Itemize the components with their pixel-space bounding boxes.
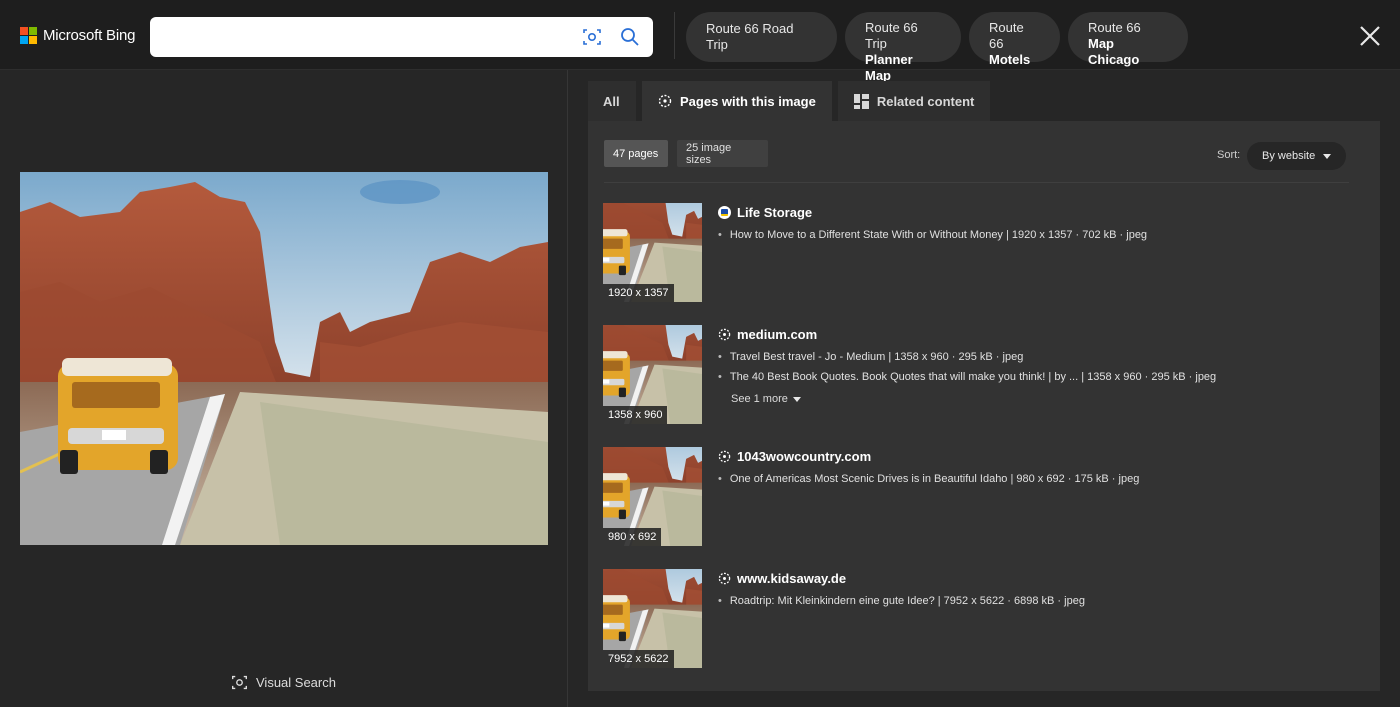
sort-value: By website: [1262, 150, 1316, 162]
microsoft-logo-icon: [20, 27, 37, 44]
result-link[interactable]: The 40 Best Book Quotes. Book Quotes tha…: [718, 371, 1216, 383]
tab-all-label: All: [603, 93, 620, 109]
chip-1-line1: Route 66 Road Trip: [706, 21, 794, 52]
visual-search-button[interactable]: Visual Search: [231, 674, 336, 691]
result-link[interactable]: Roadtrip: Mit Kleinkindern eine gute Ide…: [718, 595, 1085, 607]
results-panel: 47 pages 25 image sizes Sort: By website…: [588, 121, 1380, 691]
result-site[interactable]: 1043wowcountry.com: [718, 449, 871, 464]
see-more-button[interactable]: See 1 more: [731, 393, 801, 405]
sort-label: Sort:: [1217, 149, 1241, 161]
result-thumbnail[interactable]: 1358 x 960: [603, 325, 702, 424]
visual-search-camera-icon[interactable]: [582, 27, 602, 47]
pages-count-label: 47 pages: [613, 147, 659, 160]
chip-3-line1: Route 66: [989, 20, 1024, 51]
chip-2-line1: Route 66 Trip: [865, 20, 918, 51]
result-link[interactable]: How to Move to a Different State With or…: [718, 229, 1147, 241]
visual-search-icon: [232, 675, 247, 690]
dotted-globe-icon: [718, 572, 731, 585]
thumbnail-size-label: 980 x 692: [603, 528, 662, 546]
result-thumbnail[interactable]: 980 x 692: [603, 447, 702, 546]
related-search-chip-1[interactable]: Route 66 Road Trip: [686, 12, 837, 62]
related-search-chip-4[interactable]: Route 66 Map Chicago: [1068, 12, 1188, 67]
result-site-name: medium.com: [737, 327, 818, 342]
image-sizes-pill[interactable]: 25 image sizes: [677, 140, 768, 167]
header-divider: [674, 12, 675, 59]
pages-count-pill[interactable]: 47 pages: [604, 140, 668, 167]
tab-pages-label: Pages with this image: [680, 93, 816, 109]
panel-divider: [567, 70, 568, 707]
see-more-label: See 1 more: [731, 393, 788, 405]
logo-text: Microsoft Bing: [43, 27, 136, 44]
thumbnail-size-label: 7952 x 5622: [603, 650, 674, 668]
result-site[interactable]: Life Storage: [718, 205, 812, 220]
dotted-globe-icon: [718, 328, 731, 341]
main-image[interactable]: [20, 172, 548, 545]
sort-dropdown[interactable]: By website: [1247, 142, 1346, 170]
life-storage-favicon-icon: [718, 206, 731, 219]
tab-related-content[interactable]: Related content: [837, 81, 991, 121]
search-icon[interactable]: [620, 27, 640, 47]
result-link[interactable]: One of Americas Most Scenic Drives is in…: [718, 473, 1139, 485]
dotted-globe-icon: [718, 450, 731, 463]
thumbnail-size-label: 1920 x 1357: [603, 284, 674, 302]
result-site-name: 1043wowcountry.com: [737, 449, 872, 464]
dotted-globe-icon: [658, 94, 672, 108]
result-site-name: www.kidsaway.de: [737, 571, 847, 586]
search-input[interactable]: [162, 25, 572, 49]
chip-4-line2: Map Chicago: [1088, 36, 1140, 67]
tab-pages-with-this-image[interactable]: Pages with this image: [642, 81, 832, 121]
visual-search-label: Visual Search: [256, 675, 336, 690]
grid-icon: [853, 93, 869, 109]
chip-2-line2: Planner Map: [865, 52, 913, 83]
tab-related-label: Related content: [876, 93, 975, 109]
header-bar: Microsoft Bing Route 66 Road Trip Route …: [0, 0, 1400, 83]
result-tabs: All Pages with this image Related conten…: [588, 81, 991, 121]
result-site[interactable]: www.kidsaway.de: [718, 571, 846, 586]
result-site-name: Life Storage: [737, 205, 813, 220]
results-divider: [604, 182, 1349, 183]
related-search-chip-2[interactable]: Route 66 Trip Planner Map: [845, 12, 961, 83]
bing-logo[interactable]: Microsoft Bing: [20, 27, 135, 44]
chip-4-line1: Route 66: [1088, 20, 1141, 35]
result-thumbnail[interactable]: 1920 x 1357: [603, 203, 702, 302]
result-thumbnail[interactable]: 7952 x 5622: [603, 569, 702, 668]
result-site[interactable]: medium.com: [718, 327, 817, 342]
thumbnail-size-label: 1358 x 960: [603, 406, 668, 424]
image-sizes-label: 25 image sizes: [686, 141, 732, 166]
chevron-down-icon: [792, 396, 801, 402]
chip-3-line2: Motels: [989, 52, 1031, 67]
tab-all[interactable]: All: [588, 81, 636, 121]
result-link[interactable]: Travel Best travel - Jo - Medium | 1358 …: [718, 351, 1023, 363]
related-search-chip-3[interactable]: Route 66 Motels: [969, 12, 1060, 67]
search-box[interactable]: [150, 17, 653, 57]
chevron-down-icon: [1323, 153, 1332, 159]
close-icon[interactable]: [1358, 24, 1382, 48]
